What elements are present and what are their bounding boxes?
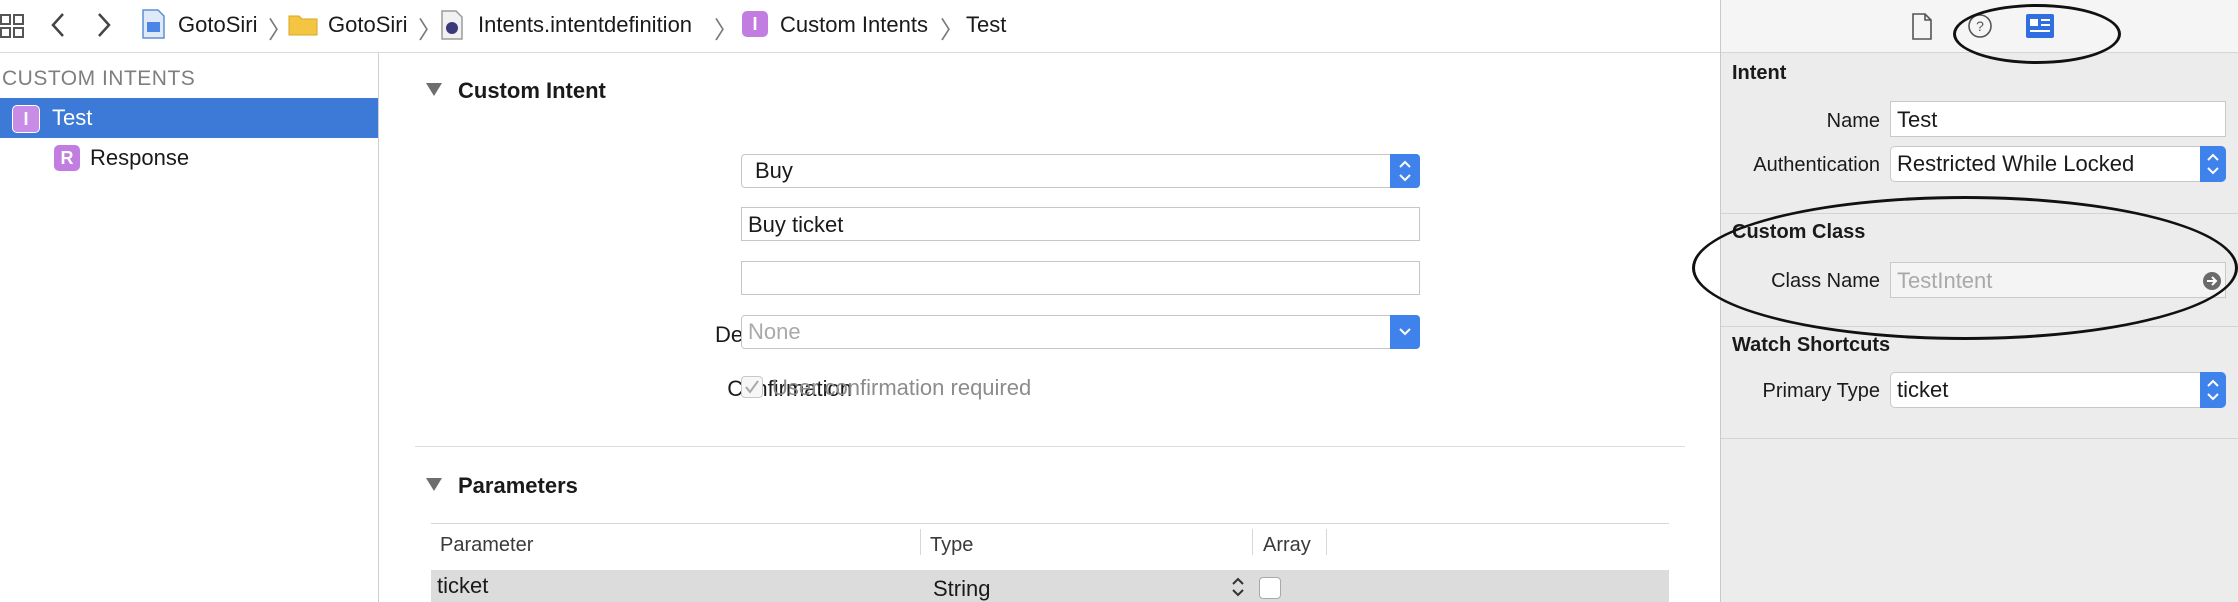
breadcrumb-file[interactable]: Intents.intentdefinition (478, 12, 692, 38)
response-badge-icon: R (54, 145, 80, 171)
table-top-border (431, 523, 1669, 524)
primary-type-popup[interactable]: ticket (1890, 372, 2226, 408)
back-chevron-icon[interactable] (50, 12, 66, 38)
intent-definition-file-icon (441, 10, 463, 40)
checkmark-icon (745, 380, 759, 394)
divider (415, 446, 1685, 447)
parameter-name: ticket (437, 573, 489, 598)
breadcrumb-separator: 〉 (940, 17, 964, 44)
breadcrumb-separator: 〉 (418, 17, 442, 44)
title-value: Buy ticket (748, 212, 844, 237)
annotation-ellipse-custom-class (1692, 196, 2238, 340)
breadcrumb-group[interactable]: GotoSiri (328, 12, 407, 38)
inspector-section-intent: Intent (1732, 62, 1787, 84)
parameter-type[interactable]: String (933, 576, 990, 602)
navigator-item-test[interactable]: I Test (0, 98, 378, 138)
column-header-parameter[interactable]: Parameter (440, 534, 533, 557)
intent-badge-icon: I (12, 105, 40, 133)
project-file-icon (142, 9, 165, 39)
category-popup[interactable]: Buy (741, 154, 1420, 188)
authentication-value: Restricted While Locked (1897, 151, 2135, 176)
breadcrumb-project[interactable]: GotoSiri (178, 12, 257, 38)
default-image-value: None (748, 319, 801, 344)
disclosure-triangle-icon[interactable] (426, 478, 442, 491)
primary-type-label: Primary Type (1762, 380, 1880, 402)
type-popup-stepper-icon[interactable] (1231, 575, 1245, 599)
popup-stepper-icon (2200, 146, 2226, 182)
section-title-parameters: Parameters (458, 473, 578, 498)
name-label: Name (1826, 110, 1880, 132)
breadcrumb-current[interactable]: Test (966, 12, 1006, 38)
table-row[interactable]: ticket String (431, 570, 1669, 602)
folder-icon (288, 15, 318, 36)
navigator-item-label: Response (90, 145, 190, 170)
navigator-item-label: Test (52, 105, 93, 130)
navigator-item-response[interactable]: R Response (0, 138, 378, 178)
confirmation-checkbox[interactable] (741, 376, 763, 398)
array-checkbox[interactable] (1259, 577, 1281, 599)
name-field[interactable]: Test (1890, 101, 2226, 137)
annotation-ellipse-tabs (1953, 4, 2121, 64)
navigator-section-header: CUSTOM INTENTS (2, 67, 196, 90)
divider (1721, 438, 2238, 439)
intent-badge-icon: I (742, 11, 768, 37)
breadcrumb-section[interactable]: Custom Intents (780, 12, 928, 38)
category-value: Buy (755, 158, 793, 183)
forward-chevron-icon[interactable] (96, 12, 112, 38)
related-items-grid-icon[interactable] (0, 14, 26, 38)
popup-stepper-icon (2200, 372, 2226, 408)
name-value: Test (1897, 107, 1938, 132)
primary-type-value: ticket (1897, 377, 1949, 402)
column-separator (1252, 529, 1253, 555)
authentication-label: Authentication (1753, 154, 1880, 176)
confirmation-text: User confirmation required (772, 375, 1032, 400)
intent-editor: Custom Intent Category Buy Title Buy tic… (379, 53, 1720, 602)
column-header-type[interactable]: Type (930, 534, 973, 557)
column-header-array[interactable]: Array (1263, 534, 1311, 557)
disclosure-triangle-icon[interactable] (426, 83, 442, 96)
breadcrumb-separator: 〉 (714, 17, 738, 44)
popup-stepper-icon (1390, 154, 1420, 188)
description-field[interactable] (741, 261, 1420, 295)
title-field[interactable]: Buy ticket (741, 207, 1420, 241)
file-inspector-icon[interactable] (1911, 13, 1933, 40)
popup-chevron-icon (1390, 315, 1420, 349)
section-title-custom-intent: Custom Intent (458, 78, 606, 103)
column-separator (920, 529, 921, 555)
column-separator (1326, 529, 1327, 555)
intent-navigator: CUSTOM INTENTS I Test R Response (0, 53, 379, 602)
authentication-popup[interactable]: Restricted While Locked (1890, 146, 2226, 182)
inspector-section-watch-shortcuts: Watch Shortcuts (1732, 334, 1891, 356)
jump-bar: GotoSiri 〉 GotoSiri 〉 Intents.intentdefi… (0, 0, 1720, 53)
default-image-popup[interactable]: None (741, 315, 1420, 349)
